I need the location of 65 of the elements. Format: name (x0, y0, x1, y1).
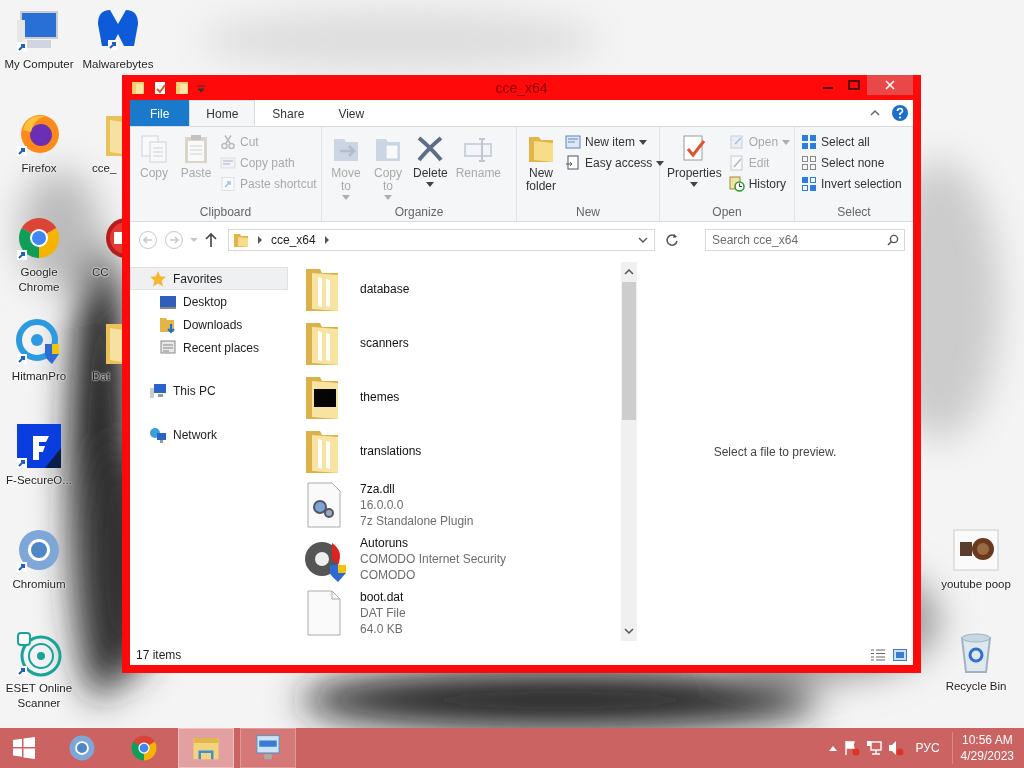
file-item[interactable]: 7za.dll 16.0.0.0 7z Standalone Plugin (302, 478, 621, 532)
nav-item[interactable]: Downloads (130, 313, 288, 336)
file-name: translations (360, 443, 422, 459)
icon-label: Dat (92, 369, 110, 384)
ribbon-button[interactable]: Invert selection (799, 175, 904, 193)
group-label: New (575, 205, 601, 219)
icon-label: ESET Online Scanner (4, 681, 74, 711)
window-title: cce_x64 (495, 79, 548, 96)
file-item[interactable]: scanners (302, 316, 621, 370)
ribbon-tab[interactable]: Share (255, 100, 322, 126)
address-bar[interactable]: cce_x64 (228, 229, 655, 251)
file-item[interactable]: boot.dat DAT File 64.0 KB (302, 586, 621, 640)
ribbon-tab[interactable]: File (130, 100, 190, 126)
group-label: Select (836, 205, 872, 219)
file-item[interactable]: database (302, 262, 621, 316)
file-name: database (360, 281, 410, 297)
icon-label: Firefox (21, 161, 57, 176)
ribbon-button[interactable]: New item (563, 133, 667, 151)
file-name: Autoruns (360, 535, 410, 551)
icon-label: My Computer (4, 57, 74, 72)
file-detail: 7z Standalone Plugin (360, 513, 474, 529)
nav-item[interactable]: Desktop (130, 290, 288, 313)
group-label: Clipboard (198, 205, 253, 219)
icon-label: HitmanPro (11, 369, 67, 384)
item-count: 17 items (136, 648, 182, 662)
ribbon-button[interactable]: History (726, 175, 793, 193)
ribbon-button[interactable]: Easy access (563, 154, 667, 172)
icon-label: Google Chrome (17, 265, 61, 295)
icon-label: youtube poop (941, 577, 1011, 592)
ribbon-button[interactable]: Properties (664, 131, 725, 205)
file-item[interactable]: themes (302, 370, 621, 424)
file-detail: 64.0 KB (360, 621, 404, 637)
icon-label: CC (92, 265, 109, 280)
file-item[interactable]: translations (302, 424, 621, 478)
group-label: Open (711, 205, 743, 219)
icon-label: Recycle Bin (945, 679, 1007, 694)
ribbon-tab[interactable]: View (321, 100, 382, 126)
nav-item[interactable]: Network (130, 423, 288, 446)
file-name: 7za.dll (360, 481, 396, 497)
file-detail: COMODO (360, 567, 417, 583)
ribbon-button[interactable]: Select all (799, 133, 904, 151)
icon-label: Chromium (12, 577, 66, 592)
nav-item[interactable]: Recent places (130, 336, 288, 359)
nav-item[interactable]: Favorites (130, 267, 288, 290)
ribbon-button[interactable]: Select none (799, 154, 904, 172)
preview-message: Select a file to preview. (713, 444, 837, 459)
ribbon-button[interactable]: New folder (521, 131, 561, 205)
ribbon-tab[interactable]: Home (189, 100, 256, 126)
ribbon-button[interactable]: Delete (410, 131, 451, 205)
search-field[interactable]: Search cce_x64 (705, 229, 905, 251)
file-detail: DAT File (360, 605, 406, 621)
file-detail: 16.0.0.0 (360, 497, 405, 513)
file-name: boot.dat (360, 589, 405, 605)
file-name: scanners (360, 335, 409, 351)
language-indicator[interactable]: РУС (915, 741, 940, 755)
file-item[interactable]: Autoruns COMODO Internet Security COMODO (302, 532, 621, 586)
file-name: themes (360, 389, 400, 405)
nav-item[interactable]: This PC (130, 379, 288, 402)
icon-label: Malwarebytes (82, 57, 154, 72)
clock[interactable]: 10:56 AM 4/29/2023 (951, 732, 1014, 764)
icon-label: cce_ (92, 161, 117, 176)
file-detail: COMODO Internet Security (360, 551, 507, 567)
icon-label: F-SecureO... (6, 473, 72, 488)
group-label: Organize (393, 205, 445, 219)
breadcrumb[interactable]: cce_x64 (271, 233, 316, 247)
